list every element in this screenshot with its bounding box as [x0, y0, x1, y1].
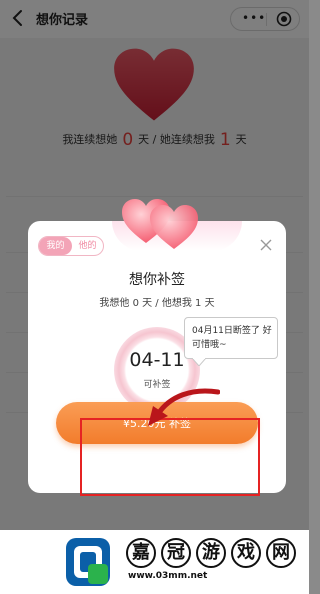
brand-logo	[66, 538, 110, 586]
close-icon[interactable]	[260, 239, 272, 251]
arrow-icon	[148, 388, 220, 426]
tab-his[interactable]: 他的	[72, 237, 103, 255]
owner-toggle: 我的 他的	[38, 236, 104, 256]
brand-char: 冠	[161, 538, 191, 568]
brand-url: www.03mm.net	[128, 571, 208, 581]
hearts-decoration-icon	[122, 199, 198, 249]
brand-char: 嘉	[126, 538, 156, 568]
brand-name: 嘉 冠 游 戏 网	[126, 538, 306, 568]
tooltip-tail	[192, 358, 206, 366]
modal-subtitle: 我想他 0 天 / 他想我 1 天	[99, 298, 215, 309]
tab-mine[interactable]: 我的	[39, 237, 72, 255]
tooltip-text: 04月11日断签了 好可惜哦~	[192, 326, 272, 350]
brand-char: 网	[266, 538, 296, 568]
modal-title: 想你补签	[129, 272, 185, 288]
missed-tooltip: 04月11日断签了 好可惜哦~	[184, 317, 278, 359]
brand-char: 游	[196, 538, 226, 568]
brand-char: 戏	[231, 538, 261, 568]
watermark-banner: 嘉 冠 游 戏 网 www.03mm.net	[0, 530, 309, 594]
